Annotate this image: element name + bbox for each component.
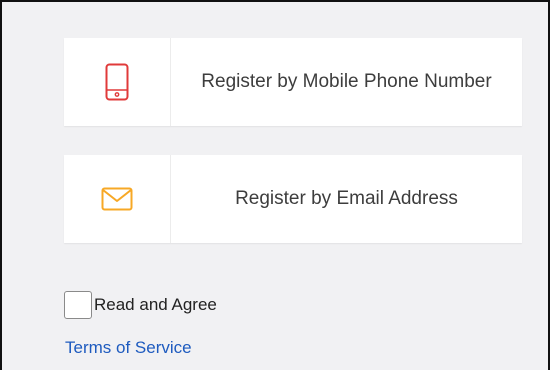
terms-of-service-link[interactable]: Terms of Service — [65, 338, 192, 358]
envelope-icon — [101, 187, 133, 211]
register-by-phone-option[interactable]: Register by Mobile Phone Number — [64, 38, 522, 126]
agreement-row: Read and Agree — [64, 289, 217, 321]
email-icon-cell — [64, 155, 171, 243]
register-by-email-option[interactable]: Register by Email Address — [64, 155, 522, 243]
register-by-email-label[interactable]: Register by Email Address — [171, 155, 522, 243]
agree-label: Read and Agree — [94, 295, 217, 314]
mobile-phone-icon — [105, 63, 129, 101]
register-by-phone-label[interactable]: Register by Mobile Phone Number — [171, 38, 522, 126]
phone-icon-cell — [64, 38, 171, 126]
registration-panel: Register by Mobile Phone Number Register… — [0, 0, 550, 370]
agree-checkbox[interactable] — [64, 291, 92, 319]
